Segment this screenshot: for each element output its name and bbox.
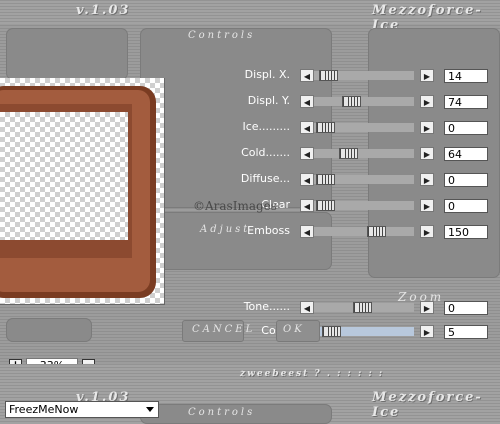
increment-button[interactable]: ▶ xyxy=(420,225,434,238)
left-small-panel xyxy=(6,318,92,342)
param-value-field[interactable]: 0 xyxy=(444,301,488,315)
increment-button[interactable]: ▶ xyxy=(420,325,434,338)
slider-thumb[interactable] xyxy=(342,96,361,107)
increment-button[interactable]: ▶ xyxy=(420,147,434,160)
slider-thumb[interactable] xyxy=(319,70,338,81)
decrement-button[interactable]: ◀ xyxy=(300,95,314,108)
param-value-field[interactable]: 74 xyxy=(444,95,488,109)
param-label: Emboss xyxy=(247,224,290,237)
param-label: Diffuse... xyxy=(240,172,290,185)
controls-panel-2: Controls xyxy=(140,404,332,424)
adjust-panel: Adjust xyxy=(140,212,332,270)
param-label: Cold....... xyxy=(241,146,290,159)
slider-track[interactable] xyxy=(314,149,414,158)
param-value-field[interactable]: 64 xyxy=(444,147,488,161)
param-value-field[interactable]: 0 xyxy=(444,173,488,187)
increment-button[interactable]: ▶ xyxy=(420,301,434,314)
controls-title: Controls xyxy=(188,30,256,41)
slider-thumb[interactable] xyxy=(316,200,335,211)
param-label: Displ. Y. xyxy=(247,94,290,107)
increment-button[interactable]: ▶ xyxy=(420,121,434,134)
param-label: Displ. X. xyxy=(244,68,290,81)
preview-image[interactable] xyxy=(0,78,165,305)
brand-label-2: Mezzoforce-Ice xyxy=(372,390,483,420)
decrement-button[interactable]: ◀ xyxy=(300,121,314,134)
footer-text: zweebeest ? . : : : : : xyxy=(240,369,385,379)
cancel-button[interactable]: CANCEL xyxy=(182,320,252,342)
increment-button[interactable]: ▶ xyxy=(420,199,434,212)
slider-thumb[interactable] xyxy=(339,148,358,159)
param-value-field[interactable]: 0 xyxy=(444,121,488,135)
ok-label: OK xyxy=(283,324,305,335)
param-value-field[interactable]: 150 xyxy=(444,225,488,239)
slider-thumb[interactable] xyxy=(316,122,335,133)
chevron-down-icon xyxy=(146,407,154,412)
preset-dropdown[interactable]: FreezMeNow xyxy=(5,401,159,418)
param-value-field[interactable]: 0 xyxy=(444,199,488,213)
param-value-field[interactable]: 5 xyxy=(444,325,488,339)
decrement-button[interactable]: ◀ xyxy=(300,69,314,82)
decrement-button[interactable]: ◀ xyxy=(300,225,314,238)
transparent-center xyxy=(0,112,128,240)
top-banner: v.1.03 Mezzoforce-Ice xyxy=(0,0,500,33)
param-value-field[interactable]: 14 xyxy=(444,69,488,83)
decrement-button[interactable]: ◀ xyxy=(300,173,314,186)
param-label: Tone...... xyxy=(243,300,290,313)
slider-thumb[interactable] xyxy=(353,302,372,313)
ok-button[interactable]: OK xyxy=(276,320,320,342)
slider-thumb[interactable] xyxy=(322,326,341,337)
version-label: v.1.03 xyxy=(76,3,131,18)
increment-button[interactable]: ▶ xyxy=(420,173,434,186)
slider-thumb[interactable] xyxy=(367,226,386,237)
controls-title-2: Controls xyxy=(188,407,256,418)
increment-button[interactable]: ▶ xyxy=(420,95,434,108)
slider-track[interactable] xyxy=(314,97,414,106)
watermark: ©ArasImages xyxy=(193,199,277,213)
footer-banner: zweebeest ? . : : : : : xyxy=(0,364,500,388)
preview-top-panel xyxy=(6,28,128,80)
param-label: Ice......... xyxy=(242,120,290,133)
decrement-button[interactable]: ◀ xyxy=(300,301,314,314)
increment-button[interactable]: ▶ xyxy=(420,69,434,82)
cancel-label: CANCEL xyxy=(192,324,256,335)
decrement-button[interactable]: ◀ xyxy=(300,147,314,160)
slider-track[interactable] xyxy=(314,227,414,236)
decrement-button[interactable]: ◀ xyxy=(300,199,314,212)
slider-thumb[interactable] xyxy=(316,174,335,185)
preset-selected: FreezMeNow xyxy=(9,403,79,416)
